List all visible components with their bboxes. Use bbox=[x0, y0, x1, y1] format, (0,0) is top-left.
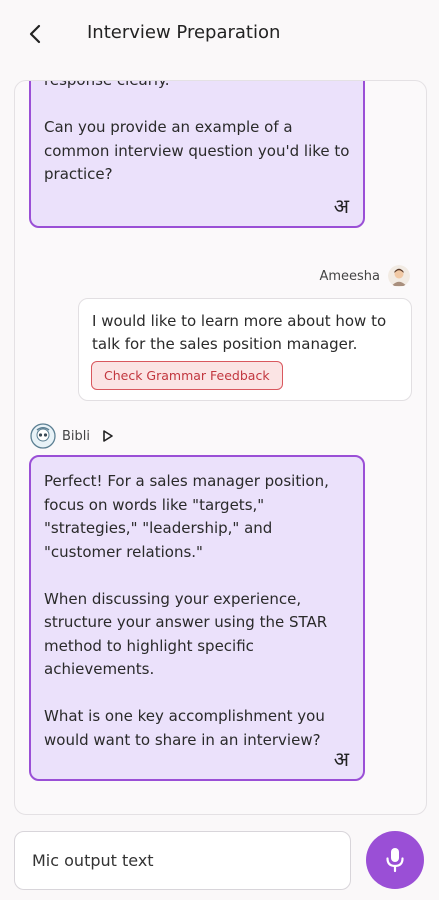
message-paragraph: response clearly. bbox=[44, 80, 170, 89]
message-paragraph: What is one key accomplishment you would… bbox=[44, 707, 325, 749]
bot-sender-row: Bibli bbox=[30, 423, 114, 449]
user-message-bubble: I would like to learn more about how to … bbox=[78, 298, 412, 401]
chat-panel[interactable]: response clearly. Can you provide an exa… bbox=[14, 80, 427, 815]
bot-message-bubble: Perfect! For a sales manager position, f… bbox=[29, 455, 365, 781]
message-text: response clearly. Can you provide an exa… bbox=[44, 80, 356, 187]
back-arrow-icon bbox=[29, 24, 41, 44]
message-paragraph: When discussing your experience, structu… bbox=[44, 589, 328, 679]
user-sender-row: Ameesha bbox=[319, 265, 410, 287]
play-icon bbox=[103, 430, 113, 442]
play-audio-button[interactable] bbox=[102, 430, 114, 442]
mic-button[interactable] bbox=[366, 831, 424, 889]
page-title: Interview Preparation bbox=[87, 22, 281, 43]
bot-message-bubble: response clearly. Can you provide an exa… bbox=[29, 80, 365, 228]
message-paragraph: Can you provide an example of a common i… bbox=[44, 118, 350, 183]
app-header: Interview Preparation bbox=[0, 0, 439, 72]
back-button[interactable] bbox=[22, 20, 50, 48]
message-text: I would like to learn more about how to … bbox=[92, 312, 387, 353]
user-name: Ameesha bbox=[319, 268, 380, 284]
microphone-icon bbox=[386, 848, 404, 873]
bot-avatar-icon bbox=[30, 423, 56, 449]
translate-icon[interactable]: अ bbox=[334, 194, 349, 219]
check-grammar-button[interactable]: Check Grammar Feedback bbox=[91, 361, 283, 390]
user-avatar-icon bbox=[388, 265, 410, 287]
message-input[interactable] bbox=[14, 831, 351, 890]
translate-icon[interactable]: अ bbox=[334, 747, 349, 772]
bot-name: Bibli bbox=[62, 428, 91, 444]
message-paragraph: Perfect! For a sales manager position, f… bbox=[44, 472, 329, 561]
message-text: Perfect! For a sales manager position, f… bbox=[44, 470, 354, 752]
